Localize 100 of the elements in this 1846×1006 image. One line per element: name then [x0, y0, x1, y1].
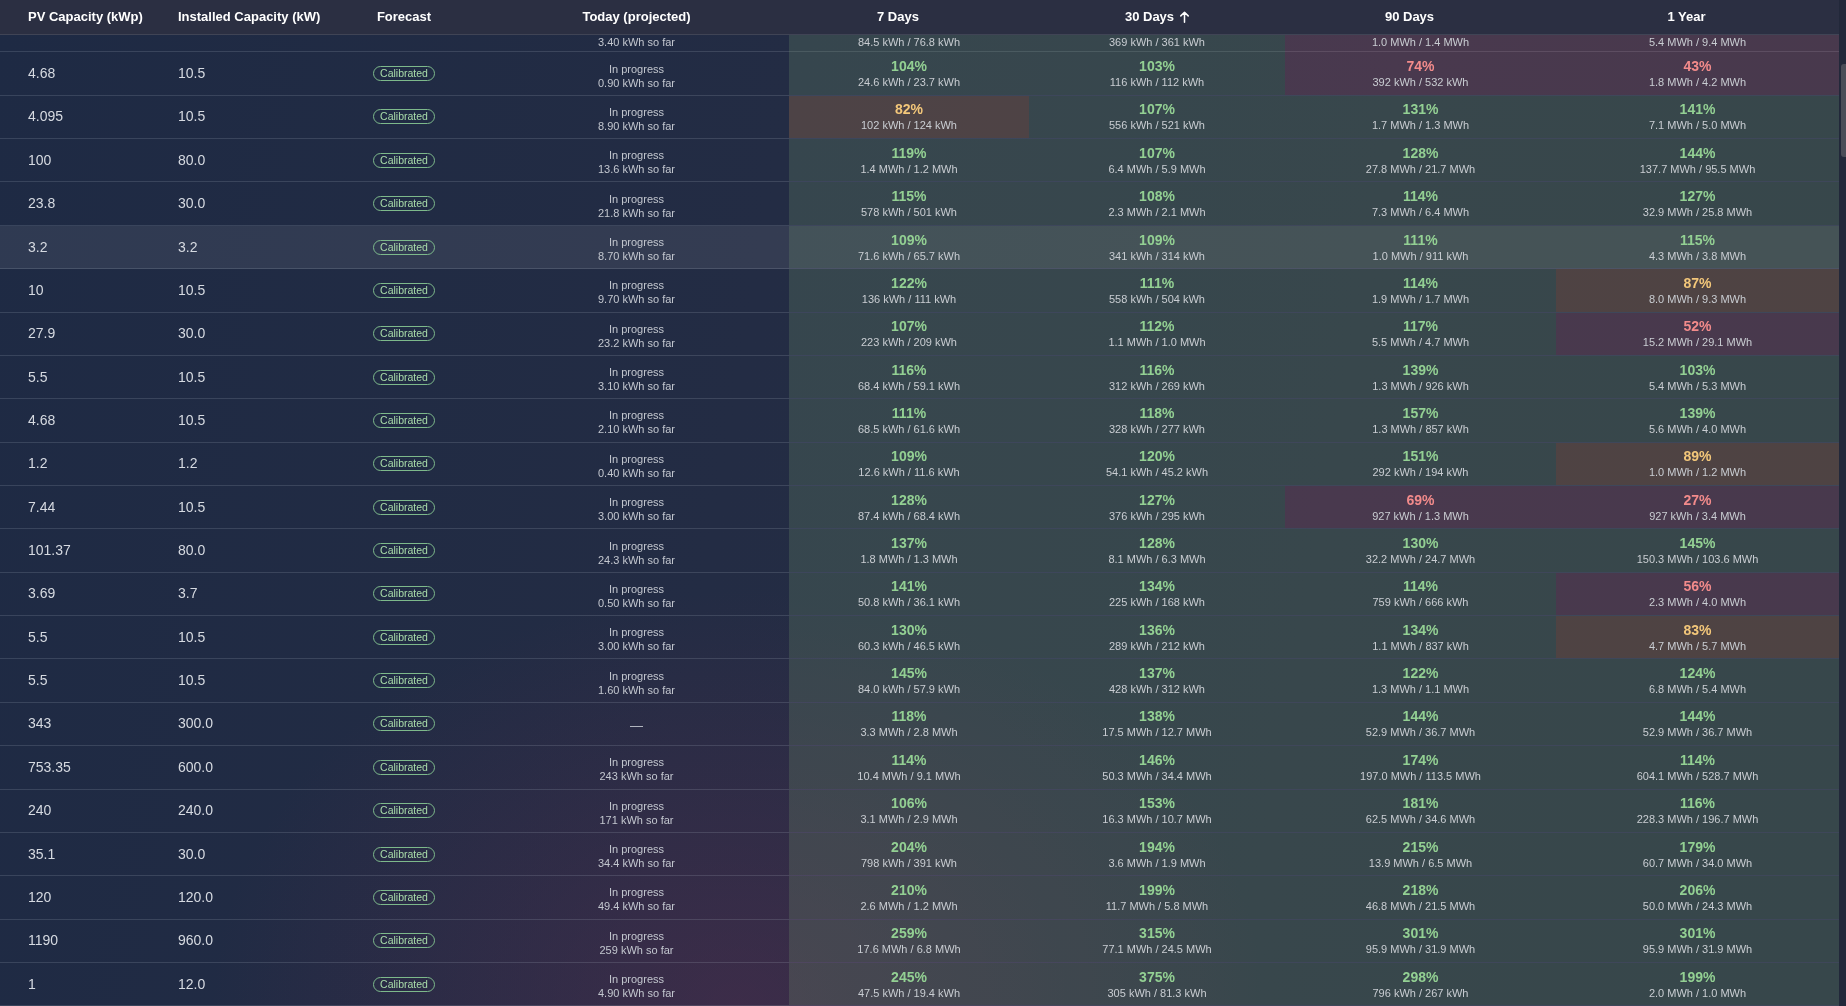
energy-text: 2.0 MWh / 1.0 MWh: [1648, 985, 1747, 1000]
percent-text: 107%: [1139, 101, 1175, 119]
energy-text: 6.8 MWh / 5.4 MWh: [1648, 682, 1747, 697]
table-row[interactable]: 101.37 80.0 Calibrated In progress 24.3 kWh so far 137% 1.8 MWh / 1.3 MWh 128% 8.1 MWh / 6.3 MWh 130% 32.2 MWh / 24.7 MWh 145% 150.3 MWh / 103.6 MWh: [0, 529, 1839, 573]
column-header[interactable]: Forecast: [376, 9, 432, 25]
energy-text: 6.4 MWh / 5.9 MWh: [1108, 161, 1206, 176]
pv-capacity-text: 5.5: [27, 628, 49, 646]
energy-text: 60.7 MWh / 34.0 MWh: [1642, 855, 1753, 870]
column-header[interactable]: Installed Capacity (kW): [178, 9, 321, 25]
percent-text: 122%: [1402, 665, 1439, 683]
installed-capacity-text: 10.5: [177, 628, 207, 646]
progress-status-text: In progress: [609, 61, 664, 76]
energy-text: 5.6 MWh / 4.0 MWh: [1648, 421, 1747, 436]
percent-text: 111%: [891, 404, 927, 422]
installed-capacity-text: 120.0: [177, 888, 215, 906]
table-row[interactable]: 23.8 30.0 Calibrated In progress 21.8 kWh so far 115% 578 kWh / 501 kWh 108% 2.3 MWh / 2.1 MWh 114% 7.3 MWh / 6.4 MWh 127% 32.9 MWh / 25.8 MWh: [0, 182, 1839, 226]
column-header[interactable]: 1 Year: [1667, 9, 1706, 25]
installed-capacity-text: 600.0: [177, 758, 215, 776]
energy-text: 17.5 MWh / 12.7 MWh: [1102, 725, 1212, 740]
percent-text: 118%: [1139, 404, 1175, 422]
installed-capacity-text: 240.0: [177, 802, 215, 820]
scrollbar-thumb[interactable]: [1841, 64, 1846, 157]
energy-text: 305 kWh / 81.3 kWh: [1107, 985, 1207, 1000]
percent-text: 145%: [1679, 535, 1716, 552]
so-far-text: 21.8 kWh so far: [597, 205, 675, 220]
percent-text: 144%: [1679, 708, 1716, 726]
energy-text: 7.3 MWh / 6.4 MWh: [1371, 205, 1470, 220]
column-header[interactable]: 7 Days: [877, 9, 919, 25]
percent-text: 74%: [1406, 58, 1435, 76]
column-header[interactable]: Today (projected): [582, 9, 691, 25]
energy-text: 1.3 MWh / 1.1 MWh: [1371, 682, 1470, 697]
energy-text: 197.0 MWh / 113.5 MWh: [1360, 768, 1481, 783]
table-row[interactable]: 1190 960.0 Calibrated In progress 259 kWh so far 259% 17.6 MWh / 6.8 MWh 315% 77.1 MWh / 24.5 MWh 301% 95.9 MWh / 31.9 MWh 301% 95.9 MWh / 31.9 MWh: [0, 919, 1839, 963]
table-row[interactable]: 3.40 kWh so far 84.5 kWh / 76.8 kWh 369 kWh / 361 kWh 1.0 MWh / 1.4 MWh 5.4 MWh / 9.4 MWh: [0, 35, 1839, 53]
percent-text: 114%: [1402, 578, 1438, 596]
percent-text: 298%: [1402, 968, 1439, 986]
table-row[interactable]: 343 300.0 Calibrated — 118% 3.3 MWh / 2.8 MWh 138% 17.5 MWh / 12.7 MWh 144% 52.9 MWh / 36.7 MWh 144% 52.9 MWh / 36.7 MWh: [0, 702, 1839, 747]
table-row[interactable]: 4.68 10.5 Calibrated In progress 2.10 kWh so far 111% 68.5 kWh / 61.6 kWh 118% 328 kWh / 277 kWh 157% 1.3 MWh / 857 kWh 139% 5.6 MWh / 4.0 MWh: [0, 399, 1839, 443]
table-row[interactable]: 4.095 10.5 Calibrated In progress 8.90 kWh so far 82% 102 kWh / 124 kWh 107% 556 kWh / 521 kWh 131% 1.7 MWh / 1.3 MWh 141% 7.1 MWh / 5.0 MWh: [0, 95, 1839, 140]
column-header[interactable]: PV Capacity (kWp): [28, 9, 143, 25]
energy-text: 3.6 MWh / 1.9 MWh: [1108, 855, 1206, 870]
pv-capacity-text: 27.9: [27, 325, 57, 343]
so-far-text: 0.40 kWh so far: [597, 465, 675, 480]
energy-text: 32.9 MWh / 25.8 MWh: [1642, 205, 1753, 220]
column-header[interactable]: 30 Days: [1124, 9, 1190, 25]
energy-text: 137.7 MWh / 95.5 MWh: [1639, 161, 1756, 176]
percent-text: 115%: [1679, 231, 1715, 249]
table-row[interactable]: 5.5 10.5 Calibrated In progress 1.60 kWh so far 145% 84.0 kWh / 57.9 kWh 137% 428 kWh / 312 kWh 122% 1.3 MWh / 1.1 MWh 124% 6.8 MWh / 5.4 MWh: [0, 659, 1839, 703]
percent-text: 116%: [891, 361, 927, 379]
so-far-text: 3.00 kWh so far: [597, 639, 675, 654]
table-row[interactable]: 5.5 10.5 Calibrated In progress 3.10 kWh so far 116% 68.4 kWh / 59.1 kWh 116% 312 kWh / 269 kWh 139% 1.3 MWh / 926 kWh 103% 5.4 MWh / 5.3 MWh: [0, 355, 1839, 400]
progress-status-text: In progress: [609, 148, 664, 163]
so-far-text: 0.50 kWh so far: [597, 595, 675, 610]
table-row[interactable]: 120 120.0 Calibrated In progress 49.4 kWh so far 210% 2.6 MWh / 1.2 MWh 199% 11.7 MWh / 5.8 MWh 218% 46.8 MWh / 21.5 MWh 206% 50.0 MWh / 24.3 MWh: [0, 876, 1839, 920]
percent-text: 153%: [1139, 795, 1175, 813]
energy-text: 228.3 MWh / 196.7 MWh: [1636, 812, 1759, 827]
progress-status-text: In progress: [609, 321, 664, 336]
energy-text: 102 kWh / 124 kWh: [861, 118, 957, 133]
table-row[interactable]: 240 240.0 Calibrated In progress 171 kWh so far 106% 3.1 MWh / 2.9 MWh 153% 16.3 MWh / 10.7 MWh 181% 62.5 MWh / 34.6 MWh 116% 228.3 MWh / 196.7 MWh: [0, 789, 1839, 833]
table-row[interactable]: 3.2 3.2 Calibrated In progress 8.70 kWh so far 109% 71.6 kWh / 65.7 kWh 109% 341 kWh / 314 kWh 111% 1.0 MWh / 911 kWh 115% 4.3 MWh / 3.8 MWh: [0, 225, 1839, 270]
table-row[interactable]: 35.1 30.0 Calibrated In progress 34.4 kWh so far 204% 798 kWh / 391 kWh 194% 3.6 MWh / 1.9 MWh 215% 13.9 MWh / 6.5 MWh 179% 60.7 MWh / 34.0 MWh: [0, 832, 1839, 877]
table-row[interactable]: 27.9 30.0 Calibrated In progress 23.2 kWh so far 107% 223 kWh / 209 kWh 112% 1.1 MWh / 1.0 MWh 117% 5.5 MWh / 4.7 MWh 52% 15.2 MWh / 29.1 MWh: [0, 312, 1839, 356]
energy-text: 312 kWh / 269 kWh: [1109, 378, 1205, 393]
pv-capacity-text: 240: [27, 802, 53, 820]
table-row[interactable]: 5.5 10.5 Calibrated In progress 3.00 kWh so far 130% 60.3 kWh / 46.5 kWh 136% 289 kWh / 212 kWh 134% 1.1 MWh / 837 kWh 83% 4.7 MWh / 5.7 MWh: [0, 616, 1839, 660]
table-row[interactable]: 753.35 600.0 Calibrated In progress 243 kWh so far 114% 10.4 MWh / 9.1 MWh 146% 50.3 MWh / 34.4 MWh 174% 197.0 MWh / 113.5 MWh 114% 604.1 MWh / 528.7 MWh: [0, 746, 1839, 790]
progress-status-text: In progress: [609, 191, 664, 206]
energy-text: 2.3 MWh / 4.0 MWh: [1648, 595, 1747, 610]
energy-text: 1.4 MWh / 1.2 MWh: [860, 161, 958, 176]
energy-text: 77.1 MWh / 24.5 MWh: [1102, 942, 1212, 957]
table-row[interactable]: 10 10.5 Calibrated In progress 9.70 kWh so far 122% 136 kWh / 111 kWh 111% 558 kWh / 504 kWh 114% 1.9 MWh / 1.7 MWh 87% 8.0 MWh / 9.3 MWh: [0, 269, 1839, 313]
progress-status-text: In progress: [609, 278, 664, 293]
percent-text: 103%: [1679, 361, 1716, 379]
table-row[interactable]: 3.69 3.7 Calibrated In progress 0.50 kWh so far 141% 50.8 kWh / 36.1 kWh 134% 225 kWh / 168 kWh 114% 759 kWh / 666 kWh 56% 2.3 MWh / 4.0 MWh: [0, 572, 1839, 617]
progress-status-text: In progress: [609, 668, 664, 683]
energy-text: 1.8 MWh / 4.2 MWh: [1648, 75, 1747, 90]
percent-text: 259%: [891, 925, 927, 943]
table-row[interactable]: 7.44 10.5 Calibrated In progress 3.00 kWh so far 128% 87.4 kWh / 68.4 kWh 127% 376 kWh / 295 kWh 69% 927 kWh / 1.3 MWh 27% 927 kWh / 3.4 MWh: [0, 486, 1839, 530]
pv-capacity-text: 4.68: [27, 65, 57, 83]
energy-text: 927 kWh / 1.3 MWh: [1372, 508, 1469, 523]
table-row[interactable]: 1.2 1.2 Calibrated In progress 0.40 kWh so far 109% 12.6 kWh / 11.6 kWh 120% 54.1 kWh / 45.2 kWh 151% 292 kWh / 194 kWh 89% 1.0 MWh / 1.2 MWh: [0, 442, 1839, 486]
arrow-up-icon: [1180, 11, 1190, 23]
percent-text: 145%: [891, 665, 927, 683]
energy-text: 1.0 MWh / 1.4 MWh: [1371, 35, 1470, 49]
pv-capacity-text: 35.1: [27, 845, 57, 863]
table-row[interactable]: 100 80.0 Calibrated In progress 13.6 kWh so far 119% 1.4 MWh / 1.2 MWh 107% 6.4 MWh / 5.9 MWh 128% 27.8 MWh / 21.7 MWh 144% 137.7 MWh / 95.5 MWh: [0, 139, 1839, 183]
progress-status-text: In progress: [609, 842, 664, 857]
progress-status-text: In progress: [609, 451, 664, 466]
percent-text: 141%: [891, 578, 927, 596]
energy-text: 60.3 kWh / 46.5 kWh: [857, 638, 961, 653]
energy-text: 1.1 MWh / 1.0 MWh: [1108, 335, 1206, 350]
installed-capacity-text: 1.2: [177, 455, 199, 473]
energy-text: 759 kWh / 666 kWh: [1372, 595, 1469, 610]
so-far-text: 4.90 kWh so far: [597, 986, 675, 1001]
energy-text: 2.3 MWh / 2.1 MWh: [1108, 205, 1206, 220]
percent-text: 104%: [891, 58, 927, 76]
table-row[interactable]: 1 12.0 Calibrated In progress 4.90 kWh so far 245% 47.5 kWh / 19.4 kWh 375% 305 kWh / 81.3 kWh 298% 796 kWh / 267 kWh 199% 2.0 MWh / 1.0 MWh: [0, 962, 1839, 1006]
installed-capacity-text: 10.5: [177, 498, 207, 516]
table-row[interactable]: 4.68 10.5 Calibrated In progress 0.90 kWh so far 104% 24.6 kWh / 23.7 kWh 103% 116 kWh / 112 kWh 74% 392 kWh / 532 kWh 43% 1.8 MWh / 4.2 MWh: [0, 52, 1839, 96]
column-header[interactable]: 90 Days: [1384, 9, 1435, 25]
